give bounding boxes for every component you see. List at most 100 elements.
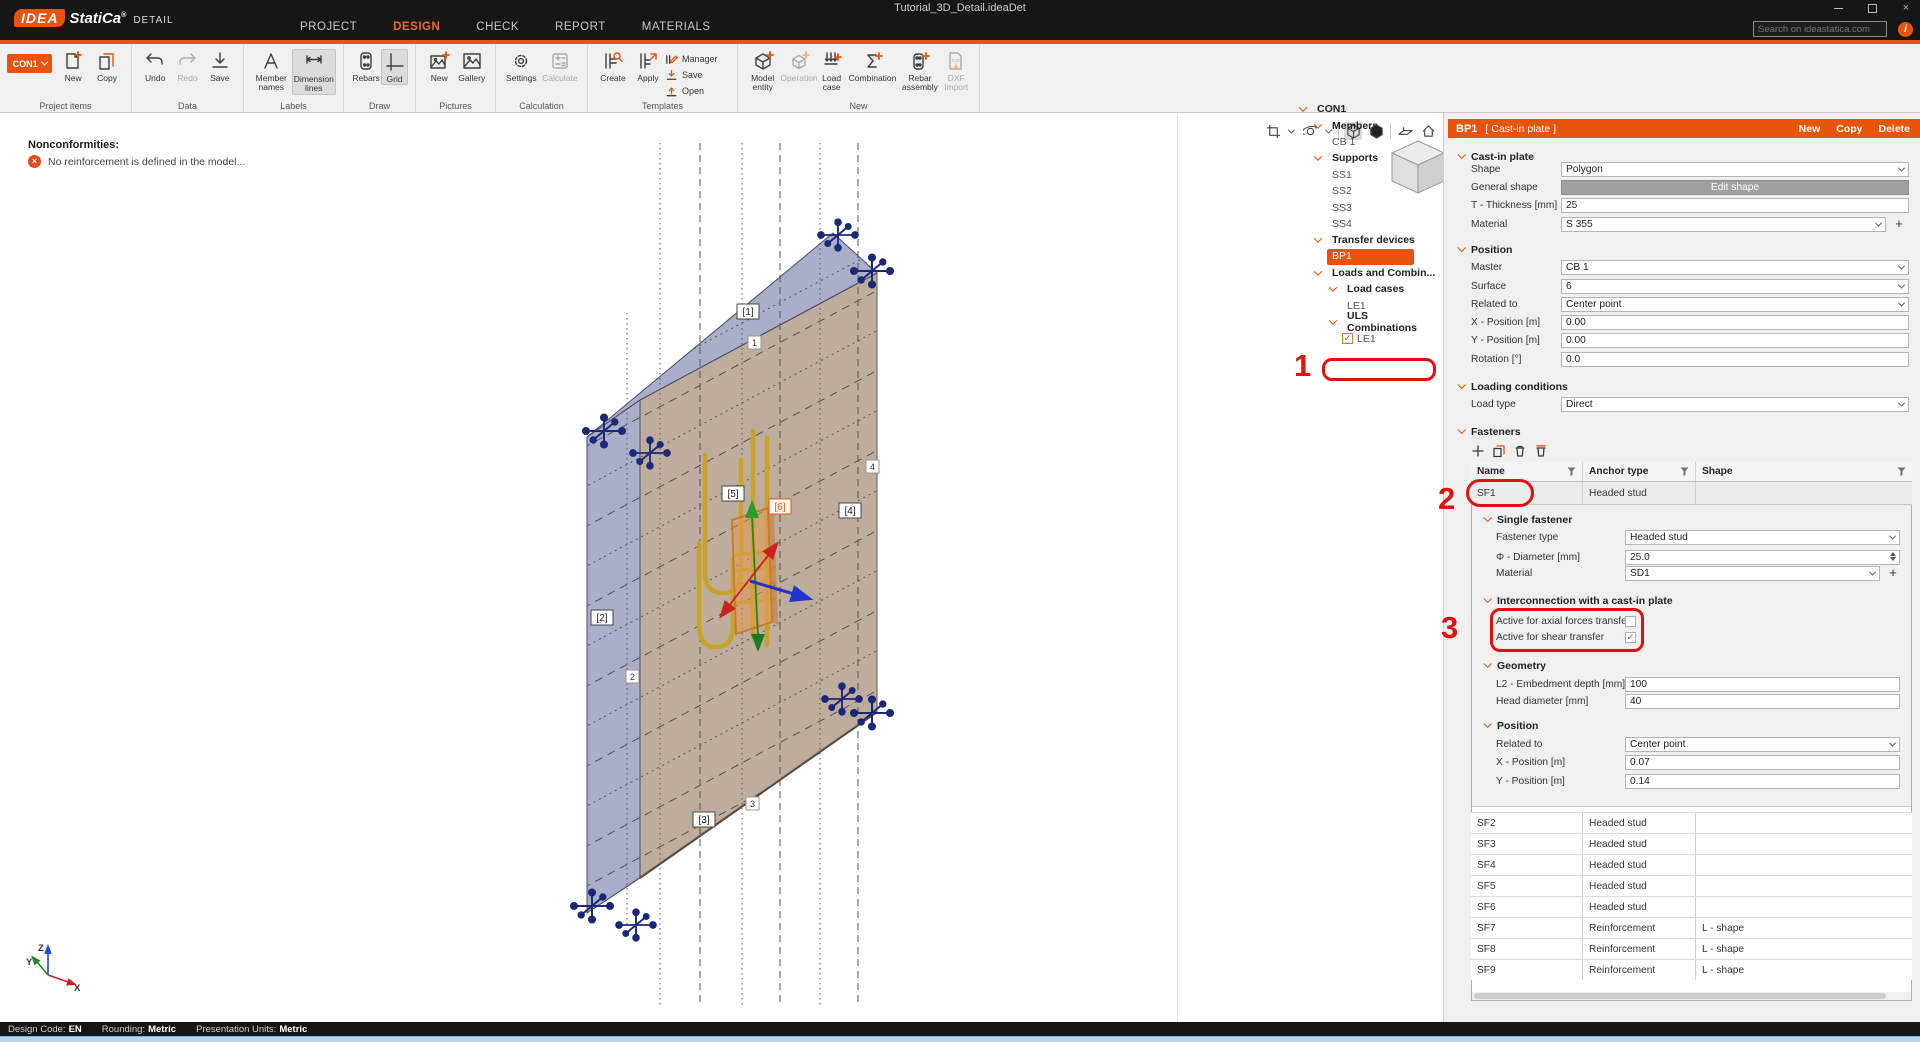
fastener-row[interactable]: SF5 Headed stud: [1471, 875, 1912, 896]
load-case-button[interactable]: Load case: [818, 49, 846, 93]
minimize-button[interactable]: [1832, 2, 1844, 14]
material-dropdown[interactable]: S 355: [1561, 217, 1886, 232]
restore-button[interactable]: [1866, 2, 1878, 14]
fastener-row-selected[interactable]: SF1 Headed stud: [1471, 482, 1912, 505]
tree-item[interactable]: Load cases: [1177, 281, 1439, 297]
copy-button[interactable]: Copy: [1836, 123, 1862, 135]
add-material-button[interactable]: +: [1891, 217, 1907, 232]
tree-item[interactable]: SS3: [1177, 199, 1439, 215]
section-fastener-position[interactable]: Position: [1444, 719, 1538, 733]
template-manager-button[interactable]: Manager: [665, 52, 718, 66]
tree-item[interactable]: CON1: [1177, 101, 1439, 117]
delete-button[interactable]: Delete: [1878, 123, 1910, 135]
section-single-fastener[interactable]: Single fastener: [1444, 513, 1572, 527]
undo-button[interactable]: Undo: [139, 49, 171, 83]
rebars-toggle[interactable]: Rebars: [351, 49, 381, 83]
head-diameter-input[interactable]: 40: [1625, 694, 1900, 709]
tree-item[interactable]: Supports: [1177, 150, 1439, 166]
template-save-button[interactable]: Save: [665, 68, 718, 82]
project-combo[interactable]: CON1: [7, 54, 52, 73]
rotation-input[interactable]: 0.0: [1561, 352, 1909, 367]
dimension-lines-toggle[interactable]: Dimension lines: [292, 49, 336, 95]
checkbox-icon[interactable]: ✓: [1342, 333, 1353, 344]
settings-button[interactable]: Settings: [503, 49, 540, 83]
menu-tab[interactable]: MATERIALS: [642, 21, 711, 33]
column-shape[interactable]: Shape: [1696, 462, 1912, 481]
nonconformity-message[interactable]: No reinforcement is defined in the model…: [48, 156, 245, 168]
new-picture-button[interactable]: New: [423, 49, 456, 83]
save-button[interactable]: Save: [204, 49, 236, 83]
template-open-button[interactable]: Open: [665, 84, 718, 98]
tree-item[interactable]: Transfer devices: [1177, 232, 1439, 248]
combination-button[interactable]: Combination: [846, 49, 900, 83]
fastener-y-position-input[interactable]: 0.14: [1625, 774, 1900, 789]
tree-item[interactable]: BP1: [1177, 249, 1439, 265]
x-position-input[interactable]: 0.00: [1561, 315, 1909, 330]
y-position-input[interactable]: 0.00: [1561, 333, 1909, 348]
tree-item[interactable]: ULS Combinations: [1177, 314, 1439, 330]
menu-tab[interactable]: PROJECT: [300, 21, 357, 33]
fastener-row[interactable]: SF6 Headed stud: [1471, 896, 1912, 917]
fastener-row[interactable]: SF3 Headed stud: [1471, 833, 1912, 854]
section-fasteners[interactable]: Fasteners: [1444, 425, 1521, 439]
fastener-row[interactable]: SF4 Headed stud: [1471, 854, 1912, 875]
related-to-dropdown[interactable]: Center point: [1561, 297, 1909, 312]
add-fastener-icon[interactable]: [1471, 444, 1485, 458]
member-names-toggle[interactable]: Member names: [251, 49, 292, 93]
copy-project-item-button[interactable]: Copy: [90, 49, 124, 83]
fastener-row[interactable]: SF9 Reinforcement L - shape: [1471, 959, 1912, 980]
section-loading-conditions[interactable]: Loading conditions: [1444, 380, 1568, 394]
section-position[interactable]: Position: [1444, 243, 1512, 257]
template-apply-button[interactable]: Apply: [631, 49, 665, 83]
copy-fastener-icon[interactable]: [1492, 444, 1506, 458]
tree-item[interactable]: SS1: [1177, 167, 1439, 183]
search-input[interactable]: [1754, 24, 1894, 35]
fastener-type-dropdown[interactable]: Headed stud: [1625, 530, 1900, 545]
svg-text:[4]: [4]: [844, 506, 855, 517]
fastener-x-position-input[interactable]: 0.07: [1625, 755, 1900, 770]
operation-button: Operation: [780, 49, 817, 83]
menu-tab[interactable]: DESIGN: [393, 21, 440, 33]
fastener-row[interactable]: SF7 Reinforcement L - shape: [1471, 917, 1912, 938]
fastener-related-to-dropdown[interactable]: Center point: [1625, 737, 1900, 752]
fastener-row[interactable]: SF8 Reinforcement L - shape: [1471, 938, 1912, 959]
search-box[interactable]: [1753, 21, 1887, 37]
model-entity-button[interactable]: Model entity: [745, 49, 780, 93]
close-button[interactable]: ×: [1900, 2, 1912, 14]
edit-shape-button[interactable]: Edit shape: [1561, 180, 1909, 195]
delete-fastener-icon[interactable]: [1513, 444, 1527, 458]
delete-all-fasteners-icon[interactable]: [1534, 444, 1548, 458]
gallery-button[interactable]: Gallery: [456, 49, 489, 83]
tree-item[interactable]: SS2: [1177, 183, 1439, 199]
diameter-stepper[interactable]: 25.0: [1625, 550, 1900, 565]
thickness-input[interactable]: 25: [1561, 198, 1909, 213]
surface-dropdown[interactable]: 6: [1561, 279, 1909, 294]
grid-toggle[interactable]: Grid: [381, 49, 408, 85]
column-anchor-type[interactable]: Anchor type: [1583, 462, 1696, 481]
load-type-row: Load type Direct: [1444, 397, 1920, 413]
menu-tab[interactable]: CHECK: [476, 21, 519, 33]
tree-item[interactable]: SS4: [1177, 216, 1439, 232]
rebar-assembly-button[interactable]: Rebar assembly: [899, 49, 940, 93]
fastener-name-cell: SF4: [1471, 855, 1583, 875]
tree-item[interactable]: CB 1: [1177, 134, 1439, 150]
template-create-button[interactable]: Create: [595, 49, 631, 83]
section-interconnection[interactable]: Interconnection with a cast-in plate: [1444, 594, 1673, 608]
fastener-material-dropdown[interactable]: SD1: [1625, 566, 1880, 581]
tree-item[interactable]: Members: [1177, 117, 1439, 133]
tree-item[interactable]: ✓ LE1: [1177, 330, 1439, 346]
add-fastener-material-button[interactable]: +: [1885, 566, 1901, 581]
section-geometry[interactable]: Geometry: [1444, 659, 1546, 673]
load-type-dropdown[interactable]: Direct: [1561, 397, 1909, 412]
new-button[interactable]: New: [1799, 123, 1821, 135]
tree-item[interactable]: Loads and Combin...: [1177, 265, 1439, 281]
master-dropdown[interactable]: CB 1: [1561, 260, 1909, 275]
menu-tab[interactable]: REPORT: [555, 21, 606, 33]
scrollbar-thumb[interactable]: [1474, 993, 1886, 999]
embedment-depth-input[interactable]: 100: [1625, 677, 1900, 692]
shape-dropdown[interactable]: Polygon: [1561, 162, 1909, 177]
info-button[interactable]: i: [1898, 22, 1913, 37]
new-project-item-button[interactable]: New: [56, 49, 90, 83]
fastener-row[interactable]: SF2 Headed stud: [1471, 812, 1912, 833]
horizontal-scrollbar[interactable]: [1472, 992, 1911, 1000]
